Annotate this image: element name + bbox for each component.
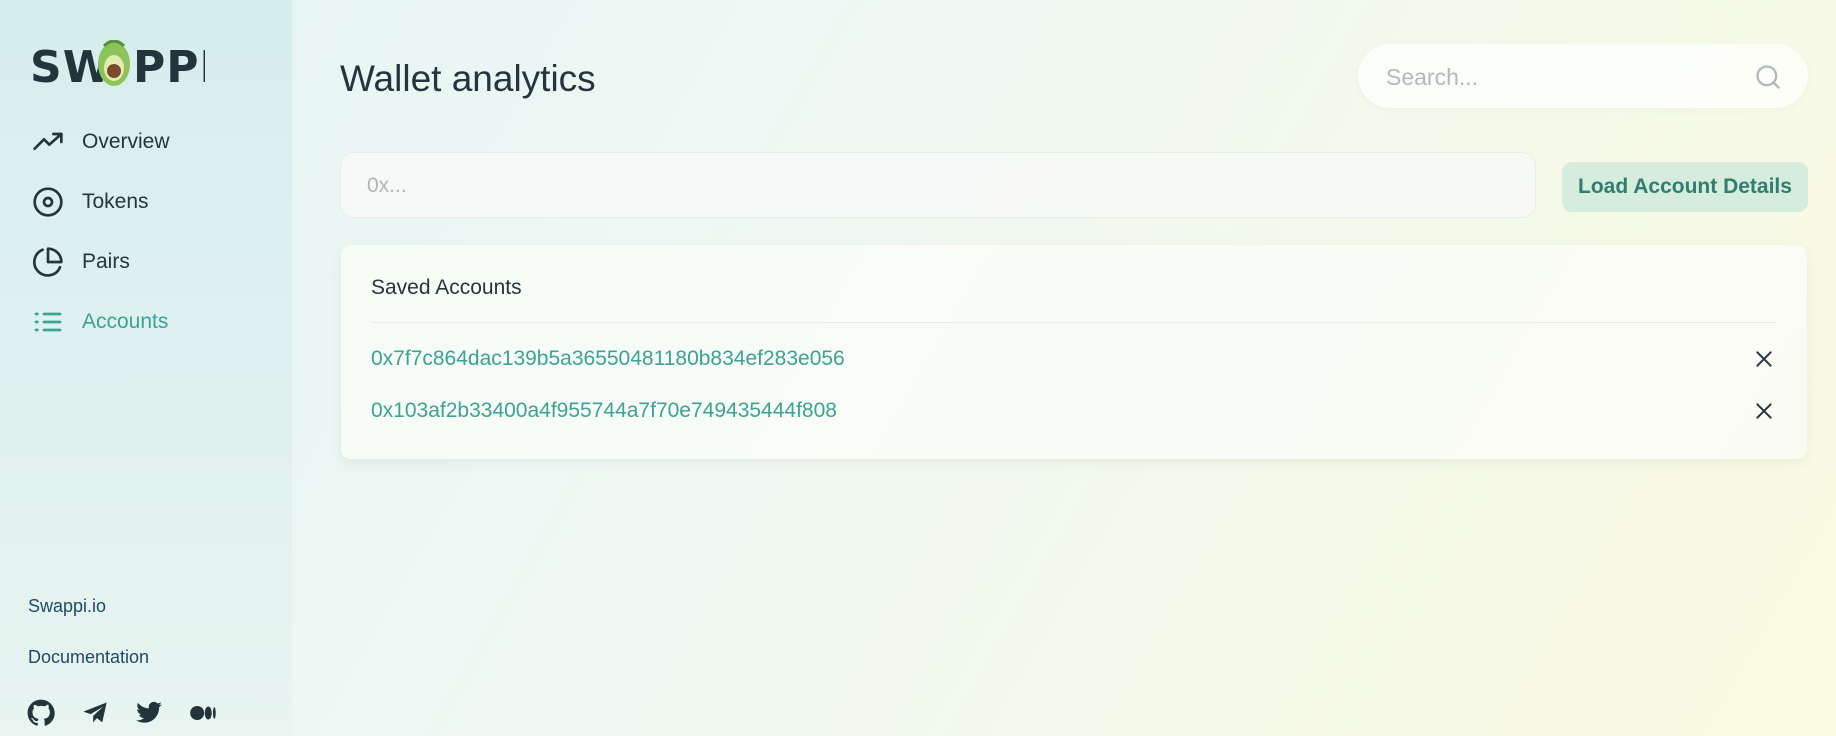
documentation-link[interactable]: Documentation xyxy=(28,647,149,668)
account-address-input[interactable] xyxy=(365,170,1509,202)
nav-item-overview[interactable]: Overview xyxy=(30,122,170,162)
social-links xyxy=(26,698,218,728)
saved-accounts-title: Saved Accounts xyxy=(371,276,522,299)
nav-item-tokens[interactable]: Tokens xyxy=(30,182,149,222)
swappi-io-link[interactable]: Swappi.io xyxy=(28,596,106,617)
nav-label-tokens: Tokens xyxy=(82,190,149,213)
close-icon[interactable] xyxy=(1751,398,1777,424)
account-address-field xyxy=(340,152,1536,218)
close-icon[interactable] xyxy=(1751,346,1777,372)
saved-accounts-card: Saved Accounts 0x7f7c864dac139b5a3655048… xyxy=(341,245,1807,459)
pie-chart-icon xyxy=(30,244,66,280)
svg-text:PPI: PPI xyxy=(133,42,205,90)
page-title: Wallet analytics xyxy=(340,58,596,99)
target-icon xyxy=(30,184,66,220)
twitter-icon[interactable] xyxy=(134,698,164,728)
saved-account-row: 0x103af2b33400a4f955744a7f70e749435444f8… xyxy=(371,393,1777,429)
saved-account-link[interactable]: 0x103af2b33400a4f955744a7f70e749435444f8… xyxy=(371,399,837,423)
nav-label-overview: Overview xyxy=(82,130,170,153)
search-box xyxy=(1358,44,1808,108)
list-icon xyxy=(30,304,66,340)
search-icon[interactable] xyxy=(1754,63,1782,91)
nav-item-accounts[interactable]: Accounts xyxy=(30,302,168,342)
telegram-icon[interactable] xyxy=(80,698,110,728)
swappi-logo[interactable]: SW PPI xyxy=(30,40,205,90)
search-input[interactable] xyxy=(1384,60,1728,94)
trending-up-icon xyxy=(30,124,66,160)
github-icon[interactable] xyxy=(26,698,56,728)
divider xyxy=(371,322,1777,323)
saved-account-row: 0x7f7c864dac139b5a36550481180b834ef283e0… xyxy=(371,341,1777,377)
saved-account-link[interactable]: 0x7f7c864dac139b5a36550481180b834ef283e0… xyxy=(371,347,845,371)
medium-icon[interactable] xyxy=(188,698,218,728)
nav-label-pairs: Pairs xyxy=(82,250,130,273)
nav-label-accounts: Accounts xyxy=(82,310,169,333)
nav-item-pairs[interactable]: Pairs xyxy=(30,242,130,282)
sidebar: SW PPI Overview Tokens Pairs Accounts Sw… xyxy=(0,0,292,736)
load-account-details-button[interactable]: Load Account Details xyxy=(1562,162,1808,212)
